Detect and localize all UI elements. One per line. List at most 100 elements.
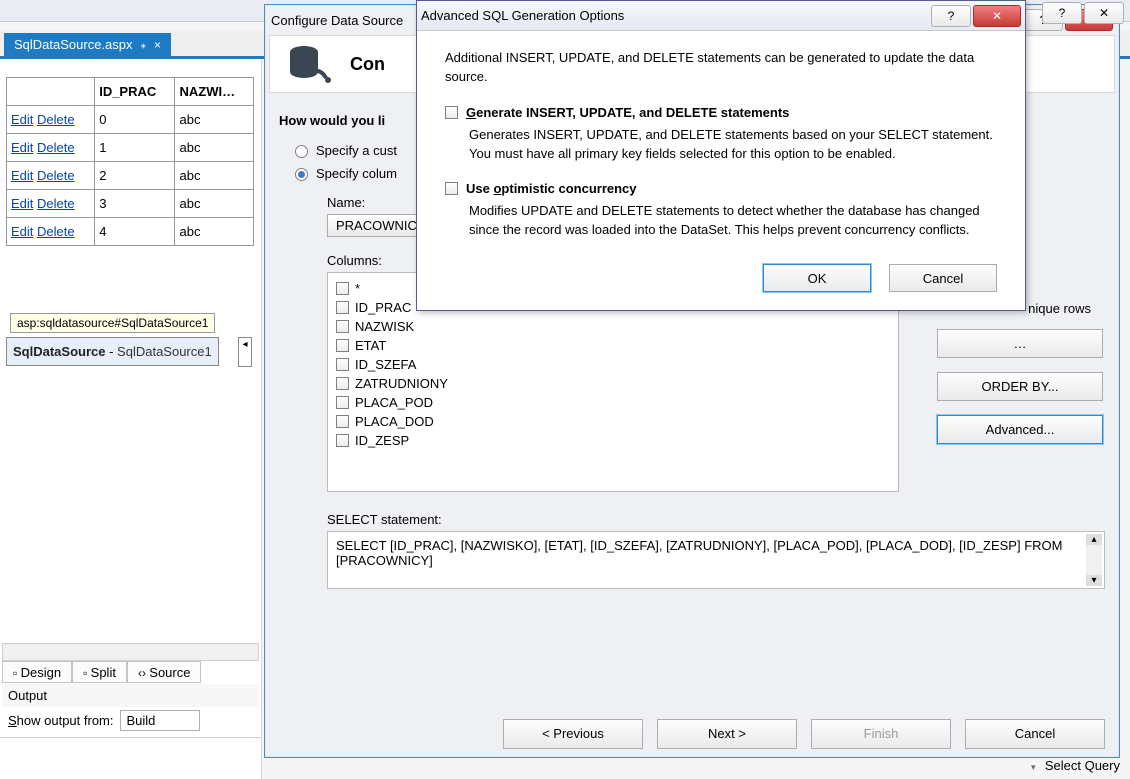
help-button[interactable]: ?	[1042, 2, 1082, 24]
col-checkbox[interactable]	[336, 320, 349, 333]
col-idprac: ID_PRAC	[95, 78, 175, 106]
document-tab[interactable]: SqlDataSource.aspx ⁎ ×	[4, 33, 171, 56]
col-actions	[7, 78, 95, 106]
col-checkbox[interactable]	[336, 377, 349, 390]
optimistic-concurrency-checkbox[interactable]	[445, 182, 458, 195]
close-tab-icon[interactable]: ×	[154, 38, 161, 52]
table-header-row: ID_PRAC NAZWI…	[7, 78, 254, 106]
dropdown-icon[interactable]: ▾	[1031, 762, 1036, 772]
split-view-button[interactable]: ▫ Split	[72, 661, 127, 683]
col-name: ZATRUDNIONY	[355, 376, 448, 391]
cell: abc	[175, 162, 254, 190]
col-name: *	[355, 281, 360, 296]
next-button[interactable]: Next >	[657, 719, 797, 749]
asp-tag-tooltip: asp:sqldatasource#SqlDataSource1	[10, 313, 215, 333]
designer-surface: ID_PRAC NAZWI… Edit Delete0abc Edit Dele…	[0, 59, 262, 779]
output-from-row: Show output from: Build	[2, 706, 259, 735]
cancel-button[interactable]: Cancel	[889, 264, 997, 292]
sqldatasource-control[interactable]: SqlDataSource - SqlDataSource1	[6, 337, 219, 366]
delete-link[interactable]: Delete	[37, 168, 75, 183]
banner-title: Con	[350, 54, 385, 75]
edit-link[interactable]: Edit	[11, 224, 33, 239]
cancel-button[interactable]: Cancel	[965, 719, 1105, 749]
cell: 1	[95, 134, 175, 162]
horizontal-scrollbar[interactable]	[2, 643, 259, 661]
col-name: NAZWISK	[355, 319, 414, 334]
select-statement-label: SELECT statement:	[327, 512, 1105, 527]
help-button[interactable]: ?	[931, 5, 971, 27]
generate-statements-option: Generate INSERT, UPDATE, and DELETE stat…	[445, 105, 997, 120]
delete-link[interactable]: Delete	[37, 112, 75, 127]
col-name: PLACA_POD	[355, 395, 433, 410]
specify-columns-radio[interactable]	[295, 168, 308, 181]
close-button[interactable]: ✕	[1084, 2, 1124, 24]
delete-link[interactable]: Delete	[37, 224, 75, 239]
output-label-rest: how output from:	[17, 713, 114, 728]
source-view-button[interactable]: ‹› Source	[127, 661, 202, 683]
pin-icon[interactable]: ⁎	[141, 38, 147, 51]
vertical-scrollbar[interactable]: ▴▾	[1086, 534, 1102, 586]
advanced-sql-options-dialog: Advanced SQL Generation Options ? ✕ Addi…	[416, 0, 1026, 311]
edit-link[interactable]: Edit	[11, 196, 33, 211]
previous-button[interactable]: < Previous	[503, 719, 643, 749]
col-checkbox[interactable]	[336, 434, 349, 447]
select-statement-box[interactable]: SELECT [ID_PRAC], [NAZWISKO], [ETAT], [I…	[327, 531, 1105, 589]
col-checkbox[interactable]	[336, 396, 349, 409]
edit-link[interactable]: Edit	[11, 140, 33, 155]
gridview-preview: ID_PRAC NAZWI… Edit Delete0abc Edit Dele…	[6, 77, 254, 246]
edit-link[interactable]: Edit	[11, 112, 33, 127]
view-switcher: ▫ Design ▫ Split ‹› Source	[2, 661, 201, 683]
design-view-button[interactable]: ▫ Design	[2, 661, 72, 683]
table-row: Edit Delete 3abc	[7, 190, 254, 218]
col-name: ETAT	[355, 338, 386, 353]
col-name: ID_SZEFA	[355, 357, 416, 372]
cell: 4	[95, 218, 175, 246]
cell: abc	[175, 134, 254, 162]
finish-button: Finish	[811, 719, 951, 749]
document-tab-label: SqlDataSource.aspx	[14, 37, 133, 52]
optimistic-concurrency-label: Use optimistic concurrency	[466, 181, 637, 196]
output-content	[0, 737, 261, 779]
cell: 2	[95, 162, 175, 190]
scroll-up-icon[interactable]: ▴	[1086, 534, 1102, 545]
col-checkbox[interactable]	[336, 301, 349, 314]
generate-statements-label: Generate INSERT, UPDATE, and DELETE stat…	[466, 105, 789, 120]
generate-statements-desc: Generates INSERT, UPDATE, and DELETE sta…	[469, 126, 997, 164]
col-checkbox[interactable]	[336, 339, 349, 352]
status-text: Select Query	[1045, 758, 1120, 773]
outer-win-controls: ? ✕	[1042, 2, 1124, 24]
col-checkbox[interactable]	[336, 358, 349, 371]
delete-link[interactable]: Delete	[37, 196, 75, 211]
dialog-titlebar: Advanced SQL Generation Options ? ✕	[417, 1, 1025, 31]
orderby-button[interactable]: ORDER BY...	[937, 372, 1103, 401]
advanced-button[interactable]: Advanced...	[937, 415, 1103, 444]
generate-statements-checkbox[interactable]	[445, 106, 458, 119]
col-checkbox[interactable]	[336, 282, 349, 295]
delete-link[interactable]: Delete	[37, 140, 75, 155]
output-panel-title: Output	[2, 684, 259, 707]
ok-button[interactable]: OK	[763, 264, 871, 292]
intro-text: Additional INSERT, UPDATE, and DELETE st…	[445, 49, 997, 87]
cell: abc	[175, 190, 254, 218]
output-from-select[interactable]: Build	[120, 710, 200, 731]
dialog-title: Advanced SQL Generation Options	[421, 8, 624, 23]
where-button[interactable]: …	[937, 329, 1103, 358]
close-button[interactable]: ✕	[973, 5, 1021, 27]
col-name: ID_ZESP	[355, 433, 409, 448]
cell: 3	[95, 190, 175, 218]
unique-rows-label: nique rows	[1028, 301, 1091, 316]
col-checkbox[interactable]	[336, 415, 349, 428]
wizard-title: Configure Data Source	[271, 13, 403, 28]
specify-columns-label: Specify colum	[316, 165, 397, 183]
smart-tag-handle[interactable]: ◂	[238, 337, 252, 367]
ds-sep: -	[105, 344, 117, 359]
output-label-s: S	[8, 713, 17, 728]
database-icon	[288, 44, 332, 84]
custom-sql-radio[interactable]	[295, 145, 308, 158]
edit-link[interactable]: Edit	[11, 168, 33, 183]
status-select-query: ▾ Select Query	[1031, 758, 1120, 773]
table-row: Edit Delete4abc	[7, 218, 254, 246]
col-name: PLACA_DOD	[355, 414, 434, 429]
scroll-down-icon[interactable]: ▾	[1086, 575, 1102, 586]
optimistic-concurrency-option: Use optimistic concurrency	[445, 181, 997, 196]
